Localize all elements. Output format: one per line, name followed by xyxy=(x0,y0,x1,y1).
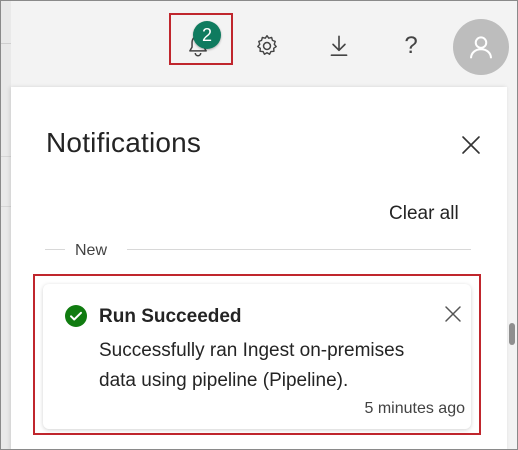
user-avatar-icon xyxy=(470,36,492,59)
account-button[interactable] xyxy=(453,19,509,75)
section-divider xyxy=(45,247,471,261)
download-button[interactable] xyxy=(319,23,359,69)
gear-icon xyxy=(257,35,277,55)
notification-card[interactable]: Run Succeeded Successfully ran Ingest on… xyxy=(43,284,471,429)
download-icon xyxy=(330,35,348,57)
scrollbar-thumb[interactable] xyxy=(509,323,515,345)
notification-timestamp: 5 minutes ago xyxy=(364,400,465,417)
divider xyxy=(1,156,11,157)
app-window: 2 ? Notifications Clear all New Run Succ… xyxy=(0,0,518,450)
notification-message: Successfully ran Ingest on-premises data… xyxy=(99,340,405,391)
section-label-new: New xyxy=(75,242,108,259)
help-button[interactable]: ? xyxy=(391,23,431,69)
notifications-button[interactable]: 2 xyxy=(169,13,233,65)
success-check-icon xyxy=(65,305,87,327)
top-bar: 2 ? xyxy=(1,1,517,87)
divider xyxy=(1,206,11,207)
close-icon[interactable] xyxy=(461,135,481,155)
clear-all-button[interactable]: Clear all xyxy=(389,203,459,225)
help-icon: ? xyxy=(404,32,418,59)
divider xyxy=(127,249,471,250)
notification-count-badge: 2 xyxy=(193,21,221,49)
notification-title: Run Succeeded xyxy=(99,306,242,327)
settings-button[interactable] xyxy=(247,23,287,69)
divider xyxy=(45,249,65,250)
panel-title: Notifications xyxy=(46,127,202,158)
dismiss-icon[interactable] xyxy=(443,304,463,324)
